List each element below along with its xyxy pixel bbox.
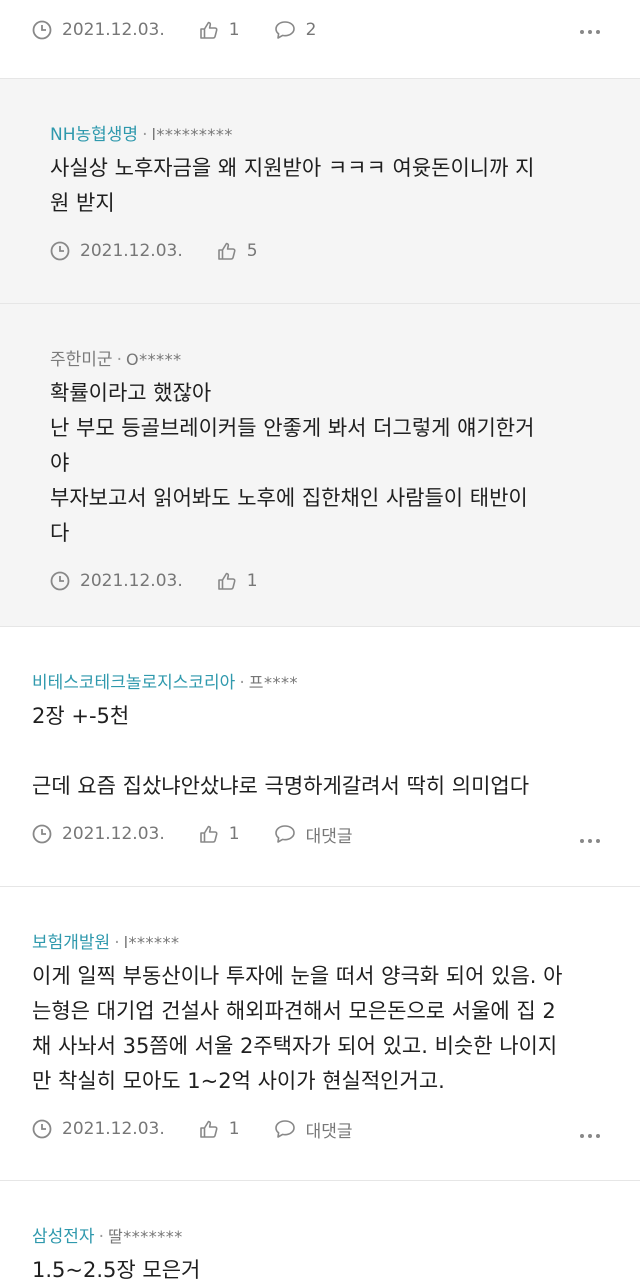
comment-author-line: 비테스코테크놀로지스코리아 · 프**** bbox=[32, 671, 608, 695]
comment-body: 1.5~2.5장 모은거 bbox=[32, 1258, 201, 1282]
separator-dot: · bbox=[142, 125, 148, 145]
like-button[interactable]: 5 bbox=[217, 241, 258, 261]
clock-icon bbox=[50, 571, 70, 591]
comment-author[interactable]: 삼성전자 bbox=[32, 1227, 95, 1247]
masked-user-id: l********* bbox=[151, 125, 233, 144]
thumbs-up-icon bbox=[199, 21, 218, 39]
speech-bubble-icon bbox=[274, 21, 295, 39]
comment-meta: 2021.12.03. 5 bbox=[50, 237, 608, 265]
comment-item: 2021.12.03. 1 2 bbox=[0, 0, 640, 79]
comment-date: 2021.12.03. bbox=[50, 241, 183, 261]
comment-body: 사실상 노후자금을 왜 지원받아 ㅋㅋㅋ 여윳돈이니까 지 원 받지 bbox=[50, 156, 535, 215]
comment-date: 2021.12.03. bbox=[32, 1119, 165, 1139]
comment-author[interactable]: 보험개발원 bbox=[32, 933, 110, 953]
reply-button[interactable]: 대댓글 bbox=[274, 822, 353, 847]
thumbs-up-icon bbox=[217, 242, 236, 260]
separator-dot: · bbox=[114, 933, 120, 953]
comment-meta: 2021.12.03. 1 대댓글 bbox=[32, 1115, 608, 1143]
thumbs-up-icon bbox=[199, 1120, 218, 1138]
masked-user-id: 프**** bbox=[248, 673, 298, 692]
comment-author-line: NH농협생명 · l********* bbox=[50, 123, 608, 147]
comment-body: 2장 +-5천 근데 요즘 집샀냐안샀냐로 극명하게갈려서 딱히 의미업다 bbox=[32, 704, 530, 798]
reply-button[interactable]: 대댓글 bbox=[274, 1117, 353, 1142]
comment-author-line: 삼성전자 · 딸******* bbox=[32, 1225, 608, 1249]
comment-body: 확률이라고 했잖아 난 부모 등골브레이커들 안좋게 봐서 더그렇게 얘기한거 … bbox=[50, 381, 535, 545]
comment-item: 비테스코테크놀로지스코리아 · 프**** 2장 +-5천 근데 요즘 집샀냐안샀냐… bbox=[0, 627, 640, 887]
comment-body: 이게 일찍 부동산이나 투자에 눈을 떠서 양극화 되어 있음. 아 는형은 대… bbox=[32, 964, 563, 1093]
comment-meta: 2021.12.03. 1 대댓글 bbox=[32, 820, 608, 848]
comment-meta: 2021.12.03. 1 bbox=[50, 567, 608, 595]
speech-bubble-icon bbox=[274, 825, 295, 843]
comment-date: 2021.12.03. bbox=[32, 824, 165, 844]
clock-icon bbox=[32, 20, 52, 40]
comment-author[interactable]: 주한미군 bbox=[50, 350, 113, 370]
masked-user-id: 딸******* bbox=[107, 1227, 183, 1246]
clock-icon bbox=[32, 1119, 52, 1139]
masked-user-id: l****** bbox=[123, 933, 180, 952]
comment-author[interactable]: NH농협생명 bbox=[50, 125, 138, 145]
more-options-icon[interactable] bbox=[580, 1126, 600, 1146]
like-button[interactable]: 1 bbox=[199, 1119, 240, 1139]
comment-item: 삼성전자 · 딸******* 1.5~2.5장 모은거 bbox=[0, 1181, 640, 1282]
comment-meta: 2021.12.03. 1 2 bbox=[32, 16, 608, 44]
speech-bubble-icon bbox=[274, 1120, 295, 1138]
more-options-icon[interactable] bbox=[580, 22, 600, 42]
comment-author-line: 보험개발원 · l****** bbox=[32, 931, 608, 955]
comment-date: 2021.12.03. bbox=[50, 571, 183, 591]
comment-feed: 2021.12.03. 1 2 NH농협생명 · l********* 사실상 노후… bbox=[0, 0, 640, 1282]
more-options-icon[interactable] bbox=[580, 831, 600, 851]
thumbs-up-icon bbox=[199, 825, 218, 843]
comment-item: 보험개발원 · l****** 이게 일찍 부동산이나 투자에 눈을 떠서 양극화 … bbox=[0, 887, 640, 1181]
separator-dot: · bbox=[98, 1227, 104, 1247]
masked-user-id: O***** bbox=[125, 350, 182, 369]
reply-comment-item: NH농협생명 · l********* 사실상 노후자금을 왜 지원받아 ㅋㅋㅋ 여… bbox=[0, 79, 640, 304]
clock-icon bbox=[32, 824, 52, 844]
reply-button[interactable]: 2 bbox=[274, 20, 316, 40]
like-button[interactable]: 1 bbox=[217, 571, 258, 591]
clock-icon bbox=[50, 241, 70, 261]
thumbs-up-icon bbox=[217, 572, 236, 590]
comment-author-line: 주한미군 · O***** bbox=[50, 348, 608, 372]
like-button[interactable]: 1 bbox=[199, 824, 240, 844]
comment-date: 2021.12.03. bbox=[32, 20, 165, 40]
reply-comment-item: 주한미군 · O***** 확률이라고 했잖아 난 부모 등골브레이커들 안좋게 봐… bbox=[0, 304, 640, 627]
separator-dot: · bbox=[239, 673, 245, 693]
like-button[interactable]: 1 bbox=[199, 20, 240, 40]
comment-author[interactable]: 비테스코테크놀로지스코리아 bbox=[32, 673, 235, 693]
separator-dot: · bbox=[116, 350, 122, 370]
